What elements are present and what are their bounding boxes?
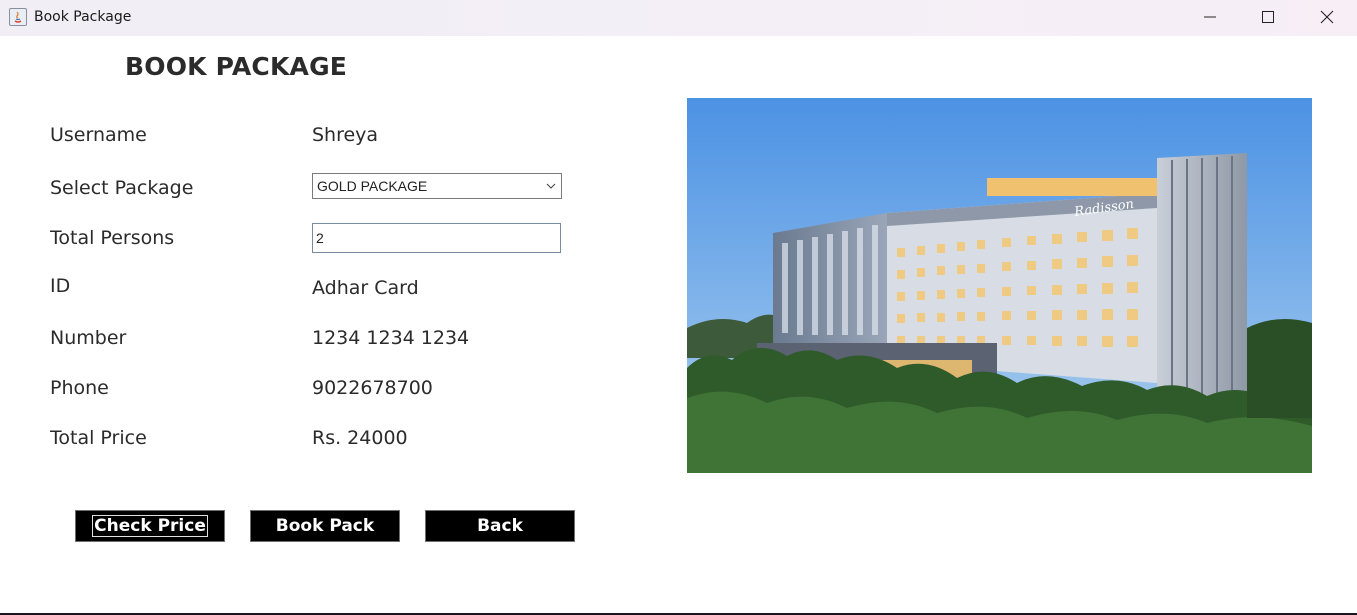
phone-label: Phone: [50, 377, 109, 399]
username-label: Username: [50, 124, 147, 146]
page-heading: BOOK PACKAGE: [125, 52, 348, 81]
total-price-label: Total Price: [50, 427, 147, 449]
id-label: ID: [50, 275, 71, 297]
maximize-icon: [1262, 11, 1274, 23]
minimize-button[interactable]: [1181, 0, 1239, 34]
number-value: 1234 1234 1234: [312, 327, 470, 349]
chevron-down-icon: [546, 183, 556, 189]
username-value: Shreya: [312, 124, 379, 146]
window-title: Book Package: [34, 9, 132, 25]
minimize-icon: [1204, 16, 1216, 18]
check-price-button[interactable]: Check Price: [75, 510, 225, 542]
book-pack-button[interactable]: Book Pack: [250, 510, 400, 542]
phone-value: 9022678700: [312, 377, 433, 399]
maximize-button[interactable]: [1239, 0, 1297, 34]
total-persons-label: Total Persons: [50, 227, 175, 249]
back-label: Back: [477, 516, 523, 536]
close-button[interactable]: [1298, 0, 1356, 34]
back-button[interactable]: Back: [425, 510, 575, 542]
check-price-label: Check Price: [92, 515, 208, 537]
close-icon: [1320, 10, 1334, 24]
total-persons-input[interactable]: [312, 223, 561, 253]
total-price-value: Rs. 24000: [312, 427, 408, 449]
book-pack-label: Book Pack: [275, 516, 375, 536]
title-bar[interactable]: Book Package: [0, 0, 1357, 36]
package-select[interactable]: GOLD PACKAGE: [312, 173, 562, 199]
select-package-label: Select Package: [50, 177, 194, 199]
java-app-icon: [9, 8, 27, 26]
hotel-image: Radisson: [687, 98, 1312, 473]
package-selected-value: GOLD PACKAGE: [317, 178, 428, 194]
number-label: Number: [50, 327, 127, 349]
book-package-window: Book Package BOOK PACKAGE Username Shrey…: [0, 0, 1357, 613]
id-value: Adhar Card: [312, 277, 419, 299]
